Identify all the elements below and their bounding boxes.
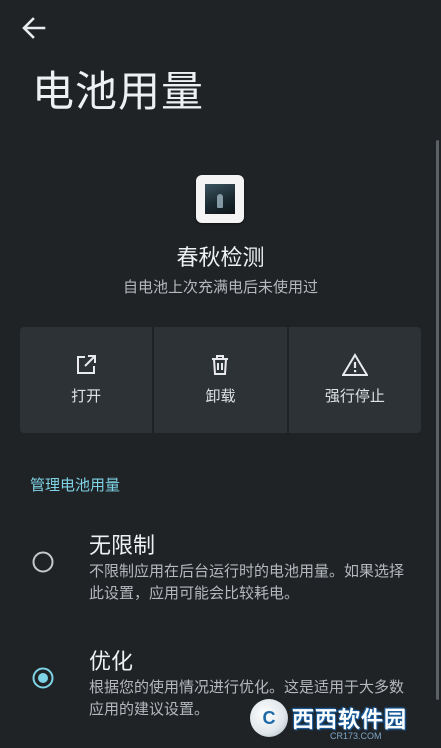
watermark-text: 西西软件园 (292, 707, 408, 732)
warning-icon (341, 353, 368, 376)
section-header: 管理电池用量 (30, 476, 121, 494)
option-unrestricted[interactable]: 无限制 不限制应用在后台运行时的电池用量。如果选择此设置，应用可能会比较耗电。 (0, 520, 441, 620)
option-title: 无限制 (89, 534, 156, 559)
watermark-url: CR173.COM (330, 731, 382, 741)
trash-icon (212, 355, 229, 375)
uninstall-button[interactable]: 卸载 (154, 327, 287, 433)
app-icon (196, 175, 244, 223)
force-stop-button[interactable]: 强行停止 (288, 327, 421, 433)
app-action-bar: 打开 卸载 强行停止 (20, 327, 421, 433)
top-app-bar (0, 0, 441, 56)
force-stop-button-label: 强行停止 (324, 387, 385, 405)
uninstall-button-label: 卸载 (205, 387, 236, 405)
open-button[interactable]: 打开 (20, 327, 153, 433)
app-usage-summary: 自电池上次充满电后未使用过 (122, 278, 318, 296)
app-name: 春秋检测 (176, 246, 265, 271)
back-button[interactable] (18, 12, 50, 44)
watermark-badge: C (250, 699, 288, 737)
open-external-icon (77, 355, 97, 374)
option-title: 优化 (89, 650, 134, 675)
radio-unselected-icon[interactable] (32, 551, 54, 573)
radio-selected-icon[interactable] (32, 667, 54, 689)
option-description: 不限制应用在后台运行时的电池用量。如果选择此设置，应用可能会比较耗电。 (89, 562, 405, 602)
back-arrow-icon (22, 17, 46, 39)
open-button-label: 打开 (71, 387, 102, 405)
page-title: 电池用量 (32, 67, 205, 116)
